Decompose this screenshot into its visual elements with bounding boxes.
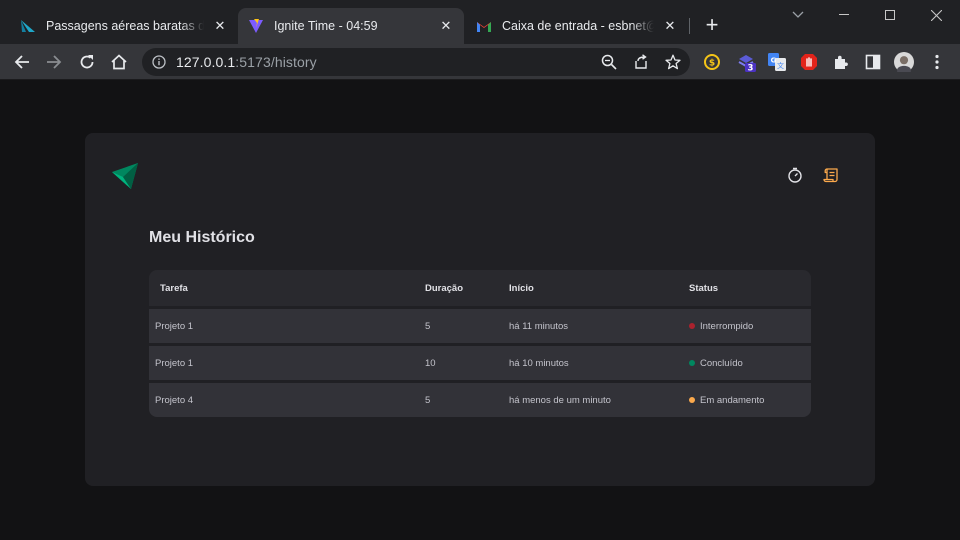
- close-tab-icon[interactable]: ✕: [212, 18, 228, 34]
- start-cell: há 11 minutos: [509, 320, 568, 332]
- table-row: Projeto 1 5 há 11 minutos Interrompido: [149, 306, 811, 343]
- forward-arrow-icon[interactable]: [42, 50, 66, 74]
- back-arrow-icon[interactable]: [10, 50, 34, 74]
- close-tab-icon[interactable]: ✕: [438, 18, 454, 34]
- table-header-row: Tarefa Duração Início Status: [149, 270, 811, 306]
- task-cell: Projeto 1: [155, 320, 194, 332]
- profile-avatar-icon[interactable]: [894, 52, 914, 72]
- layout-card: Meu Histórico Tarefa Duração Início Stat…: [85, 133, 875, 486]
- tab-separator: [689, 18, 690, 34]
- task-cell: Projeto 1: [155, 357, 194, 369]
- status-dot: [689, 397, 695, 403]
- column-header-status: Status: [689, 282, 719, 294]
- home-icon[interactable]: [107, 50, 131, 74]
- close-window-icon[interactable]: [913, 0, 959, 30]
- start-cell: há menos de um minuto: [509, 394, 611, 406]
- page-title: Meu Histórico: [149, 229, 255, 246]
- page-viewport: Meu Histórico Tarefa Duração Início Stat…: [0, 80, 960, 540]
- history-table: Tarefa Duração Início Status Projeto 1 5…: [149, 270, 811, 417]
- duration-cell: 10: [425, 357, 436, 369]
- maximize-icon[interactable]: [867, 0, 913, 30]
- reload-icon[interactable]: [75, 50, 99, 74]
- svg-text:$: $: [709, 59, 715, 69]
- task-cell: Projeto 4: [155, 394, 194, 406]
- status-dot: [689, 323, 695, 329]
- status-cell: Em andamento: [683, 395, 811, 406]
- browser-toolbar: 127.0.0.1:5173/history $ 3 G文: [0, 44, 960, 80]
- column-header-duration: Duração: [425, 282, 464, 294]
- column-header-start: Início: [509, 282, 534, 294]
- minimize-icon[interactable]: [821, 0, 867, 30]
- google-translate-icon[interactable]: G文: [767, 52, 787, 72]
- vite-favicon-icon: [248, 18, 264, 34]
- duration-cell: 5: [425, 394, 431, 406]
- tab-title: Passagens aéreas baratas de BH: [46, 19, 204, 33]
- zoom-icon[interactable]: [601, 54, 617, 70]
- svg-text:G: G: [771, 57, 777, 65]
- close-tab-icon[interactable]: ✕: [662, 18, 678, 34]
- status-label: Interrompido: [700, 320, 754, 332]
- status-dot: [689, 360, 695, 366]
- scroll-history-icon[interactable]: [822, 166, 840, 184]
- table-row: Projeto 4 5 há menos de um minuto Em and…: [149, 380, 811, 417]
- site-info-icon[interactable]: [152, 55, 166, 69]
- tab-ignite-time[interactable]: Ignite Time - 04:59 ✕: [238, 8, 464, 44]
- bookmark-star-icon[interactable]: [665, 54, 681, 70]
- status-label: Em andamento: [700, 394, 765, 406]
- stack-extension-icon[interactable]: 3: [737, 52, 757, 72]
- column-header-task: Tarefa: [160, 282, 188, 294]
- status-cell: Concluído: [683, 358, 811, 369]
- tab-passagens[interactable]: Passagens aéreas baratas de BH ✕: [10, 8, 238, 44]
- new-tab-icon[interactable]: +: [700, 14, 724, 38]
- side-panel-icon[interactable]: [863, 52, 883, 72]
- tab-gmail[interactable]: Caixa de entrada - esbnet@gmail.com ✕: [466, 8, 688, 44]
- duration-cell: 5: [425, 320, 431, 332]
- status-label: Concluído: [700, 357, 743, 369]
- stop-hand-extension-icon[interactable]: [799, 52, 819, 72]
- airline-favicon-icon: [20, 18, 36, 34]
- ignite-logo-icon[interactable]: [112, 162, 140, 190]
- url-text: 127.0.0.1:5173/history: [176, 54, 317, 70]
- extensions-puzzle-icon[interactable]: [831, 52, 851, 72]
- status-cell: Interrompido: [683, 321, 811, 332]
- table-row: Projeto 1 10 há 10 minutos Concluído: [149, 343, 811, 380]
- start-cell: há 10 minutos: [509, 357, 569, 369]
- share-icon[interactable]: [633, 54, 649, 70]
- tab-title: Ignite Time - 04:59: [274, 19, 378, 33]
- tab-title: Caixa de entrada - esbnet@gmail.com: [502, 19, 654, 33]
- gmail-favicon-icon: [476, 18, 492, 34]
- kebab-menu-icon[interactable]: [927, 52, 947, 72]
- svg-text:文: 文: [777, 61, 784, 70]
- extension-badge: 3: [748, 64, 754, 73]
- tab-strip: Passagens aéreas baratas de BH ✕ Ignite …: [0, 0, 960, 44]
- tab-search-icon[interactable]: [775, 0, 821, 30]
- coin-extension-icon[interactable]: $: [702, 52, 722, 72]
- address-bar[interactable]: 127.0.0.1:5173/history: [142, 48, 690, 76]
- timer-icon[interactable]: [786, 166, 804, 184]
